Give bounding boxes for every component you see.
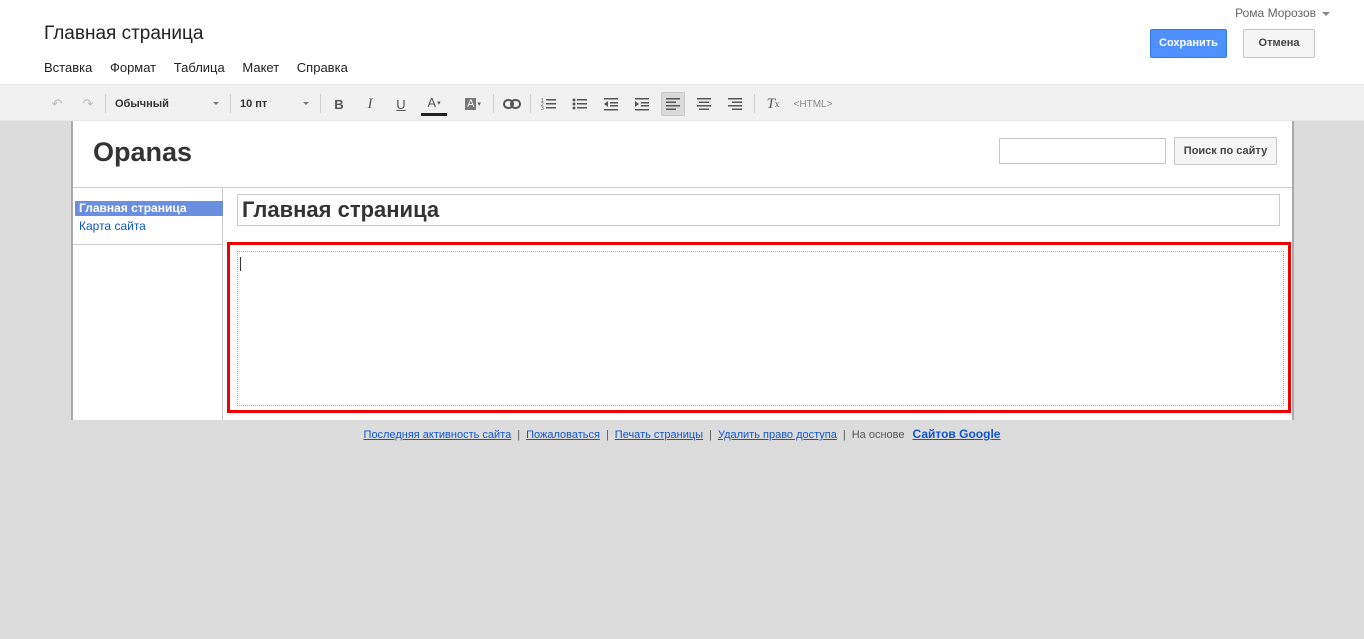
style-select[interactable]: Обычный	[115, 92, 215, 116]
redo-icon[interactable]: ↷	[76, 92, 100, 116]
numbered-list-icon[interactable]: 123	[537, 92, 561, 116]
sidebar-item-home[interactable]: Главная страница	[75, 201, 223, 216]
footer-separator: |	[842, 429, 846, 441]
link-icon[interactable]	[500, 92, 524, 116]
text-color-icon[interactable]: A ▾	[421, 92, 447, 116]
sidebar-divider	[73, 244, 223, 245]
menu-layout[interactable]: Макет	[242, 60, 279, 75]
formatting-toolbar: ↶ ↷ Обычный 10 пт B I U A ▾ A ▾ 123 Tx <HT…	[0, 84, 1364, 121]
highlight-color-icon[interactable]: A ▾	[460, 92, 486, 116]
toolbar-divider	[320, 94, 321, 113]
undo-icon[interactable]: ↶	[45, 92, 69, 116]
align-left-icon[interactable]	[661, 92, 685, 116]
site-search-input[interactable]	[999, 138, 1166, 164]
page-title: Главная страница	[44, 23, 204, 44]
decrease-indent-icon[interactable]	[599, 92, 623, 116]
header-divider	[73, 187, 1292, 188]
save-button[interactable]: Сохранить	[1150, 29, 1227, 58]
footer-link-report-abuse[interactable]: Пожаловаться	[526, 429, 600, 441]
footer-separator: |	[709, 429, 712, 441]
align-center-icon[interactable]	[692, 92, 716, 116]
toolbar-divider	[105, 94, 106, 113]
menu-table[interactable]: Таблица	[174, 60, 225, 75]
svg-text:3: 3	[541, 106, 544, 111]
chevron-down-icon	[213, 102, 219, 105]
increase-indent-icon[interactable]	[630, 92, 654, 116]
content-editor[interactable]	[237, 251, 1284, 406]
toolbar-divider	[493, 94, 494, 113]
footer: Последняя активность сайта | Пожаловаться |…	[0, 427, 1364, 441]
toolbar-divider	[754, 94, 755, 113]
clear-formatting-icon[interactable]: Tx	[761, 92, 785, 116]
footer-link-print[interactable]: Печать страницы	[615, 429, 703, 441]
chevron-down-icon	[1322, 11, 1330, 16]
user-name: Рома Морозов	[1235, 6, 1316, 20]
google-sites-link[interactable]: Сайтов Google	[913, 427, 1001, 441]
site-canvas: Opanas Поиск по сайту Главная страница К…	[71, 121, 1294, 420]
page-title-field[interactable]: Главная страница	[237, 194, 1280, 226]
cancel-button[interactable]: Отмена	[1243, 29, 1315, 58]
site-name: Opanas	[93, 137, 193, 167]
site-sidebar: Главная страница Карта сайта	[73, 188, 223, 420]
menu-bar: Вставка Формат Таблица Макет Справка	[44, 60, 362, 75]
html-mode-button[interactable]: <HTML>	[793, 92, 833, 116]
toolbar-divider	[530, 94, 531, 113]
text-cursor	[240, 257, 241, 271]
underline-icon[interactable]: U	[389, 92, 413, 116]
menu-format[interactable]: Формат	[110, 60, 156, 75]
site-search-button[interactable]: Поиск по сайту	[1174, 137, 1277, 165]
chevron-down-icon	[303, 102, 309, 105]
highlighted-content-area	[227, 242, 1291, 413]
bold-icon[interactable]: B	[327, 92, 351, 116]
toolbar-divider	[230, 94, 231, 113]
editor-header: Главная страница Рома Морозов Вставка Фо…	[0, 0, 1364, 84]
sidebar-item-sitemap[interactable]: Карта сайта	[75, 219, 223, 234]
footer-separator: |	[517, 429, 521, 441]
bulleted-list-icon[interactable]	[568, 92, 592, 116]
footer-link-recent-activity[interactable]: Последняя активность сайта	[364, 429, 512, 441]
menu-insert[interactable]: Вставка	[44, 60, 92, 75]
footer-link-remove-access[interactable]: Удалить право доступа	[718, 429, 837, 441]
menu-help[interactable]: Справка	[297, 60, 348, 75]
font-size-select[interactable]: 10 пт	[240, 92, 300, 116]
align-right-icon[interactable]	[723, 92, 747, 116]
italic-icon[interactable]: I	[358, 92, 382, 116]
powered-by-label: На основе	[851, 429, 905, 441]
user-menu[interactable]: Рома Морозов	[1235, 6, 1330, 20]
footer-separator: |	[605, 429, 609, 441]
